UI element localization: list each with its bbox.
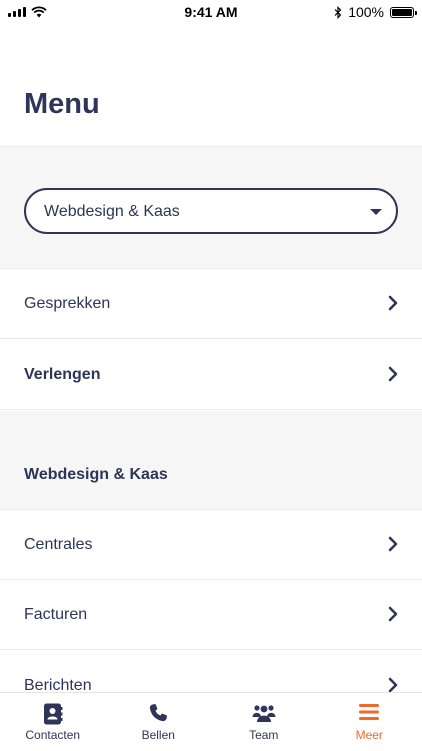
bluetooth-icon: [334, 6, 342, 19]
menu-item-verlengen[interactable]: Verlengen: [0, 340, 422, 410]
account-select[interactable]: Webdesign & Kaas: [24, 188, 398, 234]
chevron-right-icon: [386, 606, 400, 622]
chevron-right-icon: [386, 295, 400, 311]
tab-meer[interactable]: Meer: [317, 693, 422, 751]
menu-item-label: Centrales: [24, 536, 92, 554]
tab-contacten[interactable]: Contacten: [0, 693, 106, 751]
chevron-right-icon: [386, 536, 400, 552]
tab-team[interactable]: Team: [211, 693, 317, 751]
tab-label: Team: [211, 728, 317, 742]
phone-icon: [148, 703, 168, 723]
section-title: Webdesign & Kaas: [24, 466, 168, 484]
contacts-icon: [43, 703, 63, 725]
menu-item-label: Gesprekken: [24, 295, 110, 313]
status-bar: 9:41 AM 100%: [0, 0, 422, 24]
tab-label: Bellen: [106, 728, 212, 742]
status-right: 100%: [334, 4, 414, 20]
caret-down-icon: [370, 209, 382, 215]
menu-icon: [359, 703, 379, 721]
menu-item-gesprekken[interactable]: Gesprekken: [0, 269, 422, 339]
battery-icon: [390, 7, 414, 18]
page-title: Menu: [24, 88, 100, 121]
menu-item-label: Facturen: [24, 606, 87, 624]
account-select-value: Webdesign & Kaas: [44, 203, 180, 221]
battery-percent: 100%: [348, 4, 384, 20]
menu-item-centrales[interactable]: Centrales: [0, 510, 422, 580]
menu-item-facturen[interactable]: Facturen: [0, 580, 422, 650]
section-header: Webdesign & Kaas: [0, 440, 422, 510]
chevron-right-icon: [386, 366, 400, 382]
chevron-right-icon: [386, 677, 400, 693]
tab-label: Meer: [317, 728, 422, 742]
tab-bellen[interactable]: Bellen: [106, 693, 212, 751]
tab-bar: Contacten Bellen Team Meer: [0, 692, 422, 751]
menu-item-label: Verlengen: [24, 366, 100, 384]
team-icon: [252, 703, 276, 723]
tab-label: Contacten: [0, 728, 106, 742]
section-spacer: [0, 411, 422, 440]
